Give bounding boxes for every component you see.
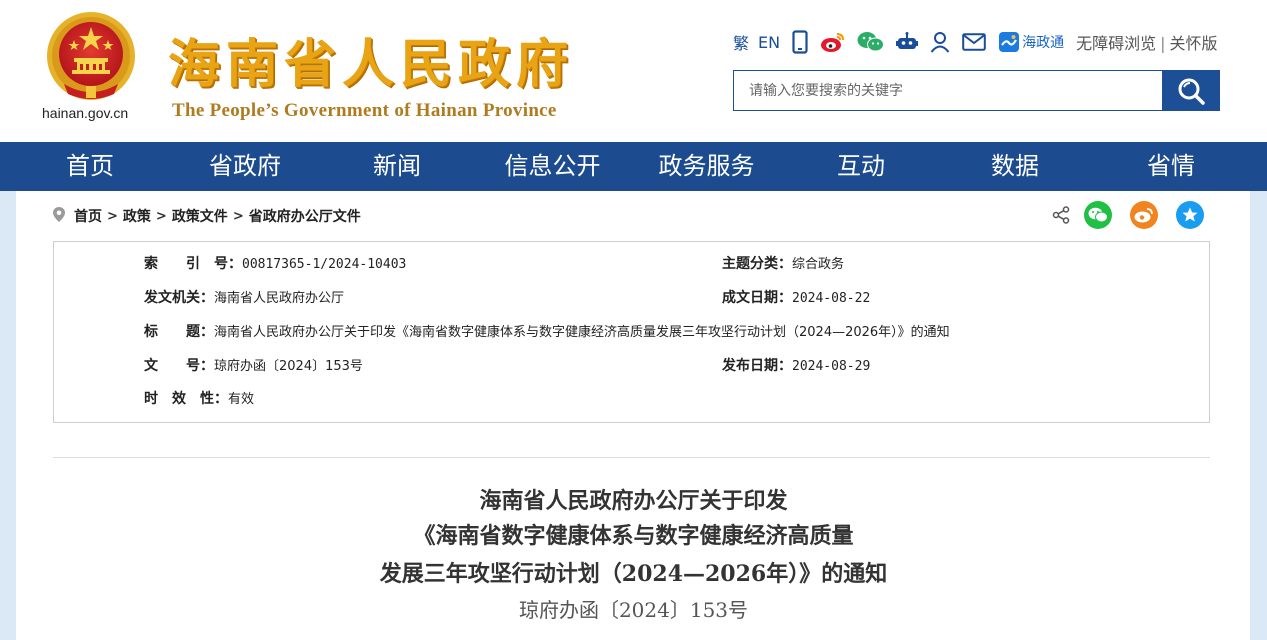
nav-government-services[interactable]: 政务服务: [643, 142, 770, 191]
nav-information-disclosure[interactable]: 信息公开: [490, 142, 615, 191]
national-emblem-logo[interactable]: [44, 10, 139, 105]
meta-title-value: 海南省人民政府办公厅关于印发《海南省数字健康体系与数字健康经济高质量发展三年攻坚…: [214, 325, 950, 340]
document-title-line-2: 《海南省数字健康体系与数字健康经济高质量: [413, 523, 854, 549]
meta-index: 索 引 号：00817365-1/2024-10403: [144, 254, 406, 274]
share-weibo-icon[interactable]: [1130, 201, 1158, 229]
traditional-chinese-link[interactable]: 繁: [733, 29, 749, 55]
search-input[interactable]: [734, 71, 1162, 110]
mail-icon[interactable]: [962, 29, 986, 55]
meta-issuer: 发文机关：海南省人民政府办公厅: [144, 288, 344, 308]
accessible-browse-link[interactable]: 无障碍浏览: [1076, 34, 1156, 53]
meta-created-date: 成文日期：2024-08-22: [722, 288, 870, 308]
breadcrumb-office-documents[interactable]: 省政府办公厅文件: [249, 206, 361, 226]
meta-doc-number: 文 号：琼府办函〔2024〕153号: [144, 356, 363, 376]
site-title-english: The People’s Government of Hainan Provin…: [172, 100, 557, 121]
haizhengtong-link[interactable]: 海政通: [998, 31, 1064, 53]
site-header: hainan.gov.cn 海南省人民政府 The People’s Gover…: [0, 0, 1267, 142]
breadcrumb: 首页 > 政策 > 政策文件 > 省政府办公厅文件: [52, 205, 361, 227]
chevron-right-icon: >: [107, 208, 118, 224]
meta-category: 主题分类：综合政务: [722, 254, 844, 274]
nav-home[interactable]: 首页: [40, 142, 140, 191]
search-icon: [1178, 78, 1205, 105]
toolbar-separator: |: [1160, 34, 1166, 53]
chevron-right-icon: >: [232, 208, 244, 224]
meta-validity: 时 效 性：有效: [144, 389, 254, 409]
document-title-line-1: 海南省人民政府办公厅关于印发: [479, 488, 788, 514]
meta-title: 标 题：海南省人民政府办公厅关于印发《海南省数字健康体系与数字健康经济高质量发展…: [144, 322, 950, 342]
page: hainan.gov.cn 海南省人民政府 The People’s Gover…: [0, 0, 1267, 640]
wechat-icon[interactable]: [857, 29, 885, 55]
robot-assistant-icon[interactable]: [896, 29, 919, 55]
site-domain: hainan.gov.cn: [42, 105, 129, 121]
nav-interaction[interactable]: 互动: [811, 142, 911, 191]
breadcrumb-policy-documents[interactable]: 政策文件: [172, 206, 228, 226]
meta-created-value: 2024-08-22: [792, 291, 871, 306]
meta-published-date: 发布日期：2024-08-29: [722, 356, 870, 376]
user-login-icon[interactable]: [930, 29, 950, 55]
meta-published-label: 发布日期：: [722, 358, 792, 374]
search-box: [733, 70, 1220, 111]
meta-title-label: 标 题：: [144, 324, 214, 340]
nav-province-overview[interactable]: 省情: [1121, 142, 1221, 191]
mobile-icon[interactable]: [792, 29, 808, 55]
meta-created-label: 成文日期：: [722, 290, 792, 306]
meta-docno-label: 文 号：: [144, 358, 214, 374]
meta-category-label: 主题分类：: [722, 256, 792, 272]
share-icon[interactable]: [1050, 204, 1072, 226]
haizhengtong-icon: [999, 32, 1020, 52]
search-button[interactable]: [1162, 71, 1219, 110]
nav-news[interactable]: 新闻: [347, 142, 447, 191]
chevron-right-icon: >: [155, 208, 167, 224]
share-bar: [1050, 201, 1204, 229]
site-title-chinese[interactable]: 海南省人民政府: [168, 22, 574, 97]
document-title-line-3: 发展三年攻坚行动计划（2024—2026年）》的通知: [379, 561, 888, 587]
meta-index-value: 00817365-1/2024-10403: [242, 257, 407, 272]
care-version-link[interactable]: 关怀版: [1170, 34, 1218, 53]
meta-validity-label: 时 效 性：: [144, 391, 228, 407]
section-divider: [53, 457, 1210, 458]
accessibility-links: 无障碍浏览 | 关怀版: [1076, 30, 1217, 54]
location-pin-icon: [52, 206, 66, 227]
weibo-icon[interactable]: [820, 29, 846, 55]
meta-issuer-label: 发文机关：: [144, 290, 214, 306]
meta-published-value: 2024-08-29: [792, 359, 871, 374]
breadcrumb-policy[interactable]: 政策: [123, 206, 151, 226]
nav-data[interactable]: 数据: [965, 142, 1065, 191]
header-toolbar: 繁 EN 海政通 无障碍浏览 | 关怀版: [733, 28, 1218, 56]
breadcrumb-home[interactable]: 首页: [74, 206, 102, 226]
meta-index-label: 索 引 号：: [144, 256, 242, 272]
share-favorite-icon[interactable]: [1176, 201, 1204, 229]
english-link[interactable]: EN: [758, 29, 780, 55]
nav-provincial-government[interactable]: 省政府: [190, 142, 300, 191]
meta-issuer-value: 海南省人民政府办公厅: [214, 291, 345, 306]
meta-validity-value: 有效: [228, 392, 255, 407]
haizhengtong-label: 海政通: [1022, 35, 1065, 51]
meta-category-value: 综合政务: [792, 257, 845, 272]
document-number: 琼府办函〔2024〕153号: [518, 598, 749, 622]
main-navigation: 首页 省政府 新闻 信息公开 政务服务 互动 数据 省情: [0, 142, 1267, 191]
meta-docno-value: 琼府办函〔2024〕153号: [214, 359, 363, 374]
share-wechat-icon[interactable]: [1084, 201, 1112, 229]
